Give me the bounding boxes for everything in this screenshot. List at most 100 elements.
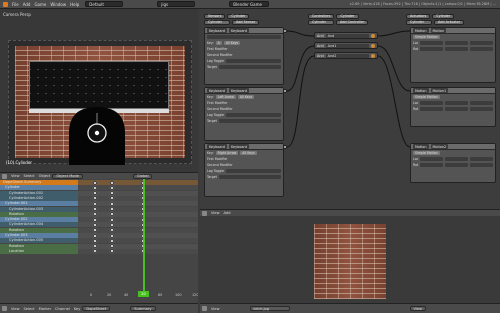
mode-selector[interactable]: Object Mode: [52, 173, 83, 179]
frame-tick-label: 40: [124, 293, 129, 297]
actuator-block[interactable]: Motion Motion1 Simple Motion Loc Rot: [410, 87, 496, 127]
menu-view[interactable]: View: [11, 174, 20, 178]
channel-row[interactable]: Cylinder.002: [0, 217, 198, 223]
scene-selector[interactable]: jigs: [157, 1, 196, 7]
channel-row[interactable]: CylinderAction.005: [0, 238, 198, 244]
channel-name[interactable]: CylinderAction.002: [0, 195, 78, 201]
actuator-type[interactable]: Motion: [413, 144, 429, 149]
channel-name[interactable]: CylinderAction.001: [0, 190, 78, 196]
actuator-block[interactable]: Motion Motion2 Simple Motion Loc Rot: [410, 143, 496, 183]
orientation-selector[interactable]: Global: [132, 173, 153, 179]
rot-label: Rot: [413, 47, 419, 51]
scene-stats: v2.69 | Verts:418 | Faces:392 | Tris:716…: [349, 2, 496, 6]
menu-select[interactable]: Select: [24, 307, 35, 311]
channel-name[interactable]: Cylinder.001: [0, 201, 78, 207]
frame-tick-label: 120: [192, 293, 198, 297]
rot-label: Rot: [413, 163, 419, 167]
motion-type-selector[interactable]: Simple Motion: [413, 94, 440, 100]
controller-type[interactable]: And: [317, 54, 324, 58]
engine-selector[interactable]: Blender Game: [229, 1, 270, 7]
dopesheet-editor[interactable]: DopeSheet Summary Cylinder CylinderAction.…: [0, 179, 198, 303]
controller-type[interactable]: And: [317, 34, 324, 38]
current-frame-line[interactable]: [143, 179, 145, 297]
channel-name[interactable]: Location: [0, 248, 78, 254]
loc-label: Loc: [413, 41, 419, 45]
editor-type-icon[interactable]: [202, 306, 207, 311]
channel-name[interactable]: DopeSheet Summary: [0, 180, 78, 185]
channel-row[interactable]: Rotation: [0, 243, 198, 249]
info-header: File Add Game Window Help Default jigs B…: [0, 0, 500, 9]
controller-type[interactable]: And: [317, 44, 324, 48]
actuator-type[interactable]: Motion: [413, 28, 429, 33]
actuator-block[interactable]: Motion Motion Simple Motion Loc Rot: [410, 27, 496, 83]
controller-name[interactable]: And1: [325, 43, 369, 48]
channel-name[interactable]: Rotation: [0, 243, 78, 249]
camera-frame: [8, 40, 192, 165]
dopesheet-mode-selector[interactable]: DopeSheet: [82, 306, 111, 311]
menu-marker[interactable]: Marker: [39, 307, 51, 311]
channel-name[interactable]: Rotation: [0, 227, 78, 233]
logic-editor[interactable]: Sensors Cylinder Cylinder Add Sensor Con…: [200, 9, 500, 209]
channel-name[interactable]: Cylinder.002: [0, 217, 78, 223]
channel-name[interactable]: CylinderAction.003: [0, 206, 78, 212]
menu-view[interactable]: View: [211, 211, 220, 215]
actuator-name[interactable]: Motion: [430, 28, 446, 33]
channel-name[interactable]: Cylinder: [0, 185, 78, 191]
channel-row[interactable]: CylinderAction.004: [0, 222, 198, 228]
channel-row[interactable]: Cylinder.001: [0, 201, 198, 207]
actuator-name[interactable]: Motion2: [430, 144, 449, 149]
summary-toggle[interactable]: Summary: [130, 306, 156, 311]
editor-type-icon[interactable]: [2, 306, 7, 311]
actuator-type[interactable]: Motion: [413, 88, 429, 93]
menu-help[interactable]: Help: [70, 2, 79, 7]
channel-row[interactable]: CylinderAction.003: [0, 206, 198, 212]
viewport-header: View Select Object Object Mode Global: [0, 172, 198, 179]
window-grill: [29, 61, 169, 109]
channel-name[interactable]: Cylinder.003: [0, 233, 78, 238]
controller-and2[interactable]: And And2: [314, 52, 378, 59]
channel-row[interactable]: DopeSheet Summary: [0, 180, 198, 185]
actuator-name[interactable]: Motion1: [430, 88, 449, 93]
layout-selector[interactable]: Default: [85, 1, 124, 7]
channel-name[interactable]: CylinderAction.004: [0, 222, 78, 228]
menu-key[interactable]: Key: [74, 307, 81, 311]
controller-state-icon[interactable]: [371, 43, 375, 48]
channel-name[interactable]: CylinderAction.005: [0, 238, 78, 244]
controller-state-icon[interactable]: [371, 33, 375, 38]
motion-type-selector[interactable]: Simple Motion: [413, 150, 440, 156]
image-editor[interactable]: [200, 216, 500, 303]
channel-row[interactable]: CylinderAction.001: [0, 190, 198, 196]
channel-row[interactable]: CylinderAction.002: [0, 195, 198, 201]
image-selector[interactable]: brick.jpg: [249, 306, 290, 311]
editor-type-icon[interactable]: [202, 210, 207, 216]
motion-type-selector[interactable]: Simple Motion: [413, 34, 440, 40]
menu-object[interactable]: Object: [39, 174, 51, 178]
menu-game[interactable]: Game: [34, 2, 46, 7]
controller-state-icon[interactable]: [371, 53, 375, 58]
menu-view[interactable]: View: [211, 307, 220, 311]
channel-row[interactable]: Cylinder: [0, 185, 198, 191]
current-frame-indicator[interactable]: 20: [138, 291, 149, 297]
3d-viewport[interactable]: Camera Persp (10) Cylinder: [0, 9, 198, 172]
channel-row[interactable]: Location: [0, 248, 198, 254]
blender-logo-icon[interactable]: [3, 1, 8, 7]
editor-type-icon[interactable]: [2, 173, 7, 179]
menu-add[interactable]: Add: [224, 211, 231, 215]
controller-and1[interactable]: And And1: [314, 42, 378, 49]
menu-add[interactable]: Add: [23, 2, 31, 7]
channel-row[interactable]: Rotation: [0, 227, 198, 233]
menu-file[interactable]: File: [12, 2, 19, 7]
controller-and[interactable]: And And: [314, 32, 378, 39]
view-mode-selector[interactable]: View: [409, 306, 427, 311]
frame-tick-label: 80: [158, 293, 163, 297]
channel-row[interactable]: Rotation: [0, 211, 198, 217]
cylinder-object[interactable]: [67, 105, 127, 165]
channel-row[interactable]: Cylinder.003: [0, 233, 198, 238]
controller-name[interactable]: And2: [325, 53, 369, 58]
menu-view[interactable]: View: [11, 307, 20, 311]
menu-channel[interactable]: Channel: [55, 307, 70, 311]
menu-select[interactable]: Select: [24, 174, 35, 178]
controller-name[interactable]: And: [325, 33, 369, 38]
channel-name[interactable]: Rotation: [0, 211, 78, 217]
menu-window[interactable]: Window: [50, 2, 66, 7]
